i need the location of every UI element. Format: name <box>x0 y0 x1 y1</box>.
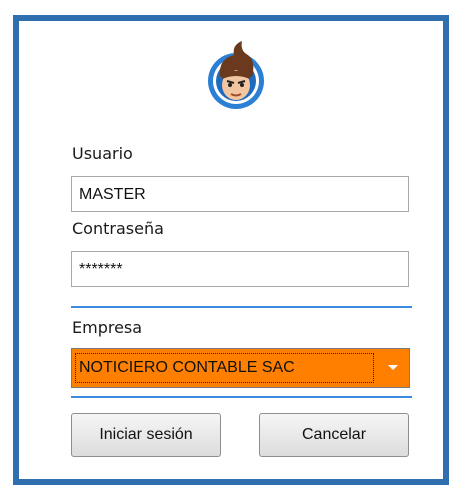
company-select[interactable]: NOTICIERO CONTABLE SAC <box>71 348 410 388</box>
username-label: Usuario <box>72 144 133 163</box>
company-label: Empresa <box>72 318 143 337</box>
password-field[interactable]: ******* <box>71 251 409 287</box>
username-field[interactable]: MASTER <box>71 176 409 212</box>
login-button[interactable]: Iniciar sesión <box>71 413 221 457</box>
company-select-value: NOTICIERO CONTABLE SAC <box>75 353 374 383</box>
separator-top <box>71 306 412 308</box>
chevron-down-icon[interactable] <box>377 349 409 387</box>
cancel-button[interactable]: Cancelar <box>259 413 409 457</box>
password-label: Contraseña <box>72 219 164 238</box>
separator-bottom <box>71 396 412 398</box>
mascot-avatar-icon <box>208 41 264 109</box>
